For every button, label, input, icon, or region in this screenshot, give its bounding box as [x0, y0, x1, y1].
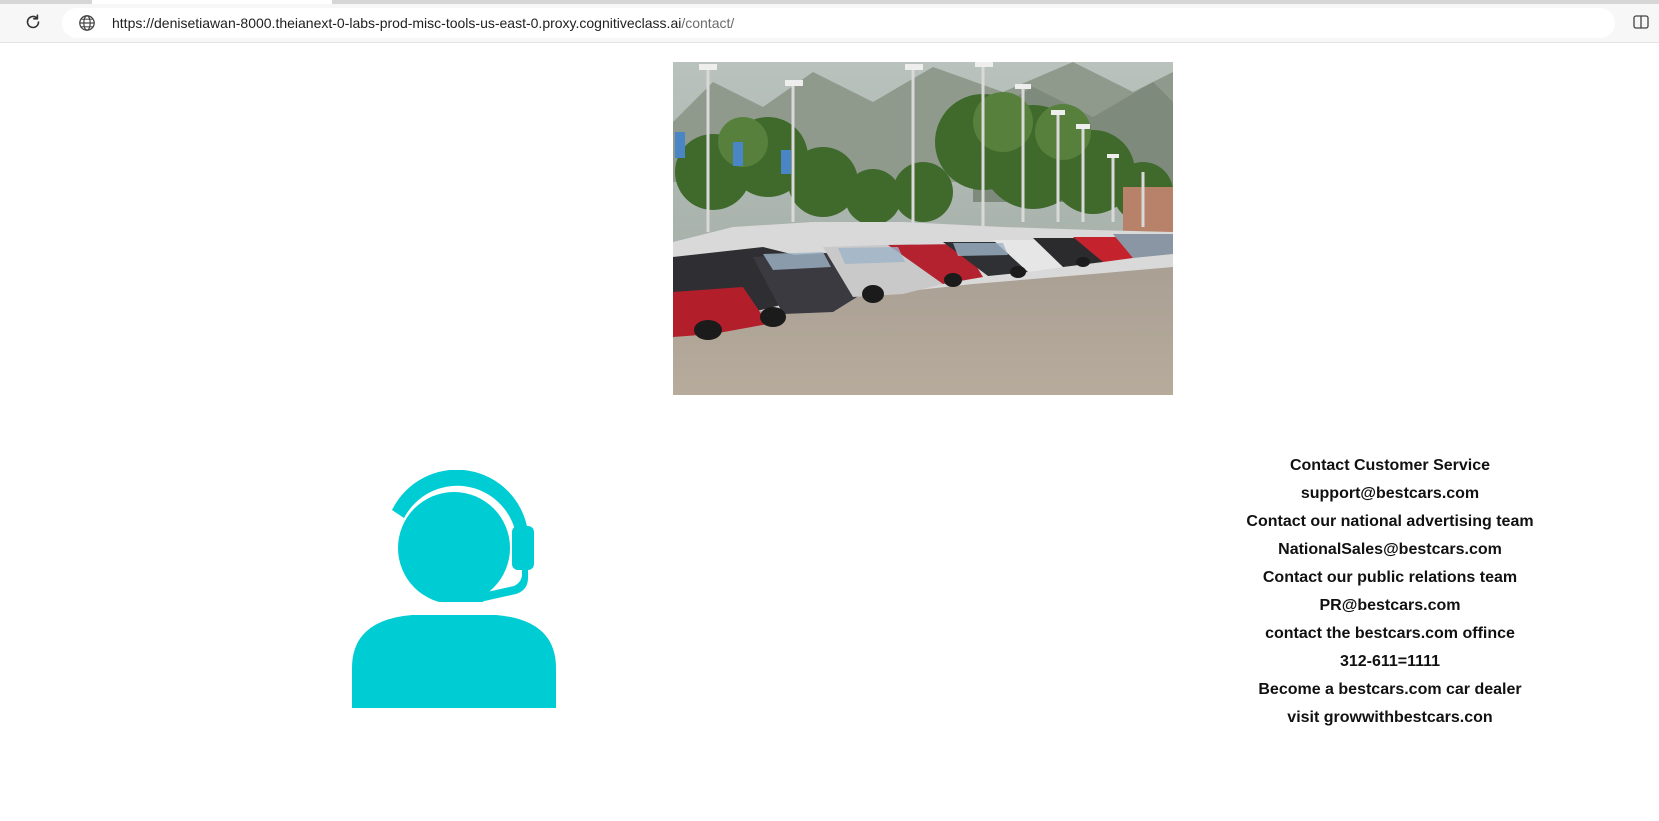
url-host: https://denisetiawan-8000.theianext-0-la… [112, 15, 682, 31]
tab-strip [0, 0, 1659, 4]
contact-info-list: Contact Customer Service support@bestcar… [1210, 452, 1570, 732]
url-path: /contact/ [681, 15, 735, 31]
office-phone: 312-611=1111 [1339, 653, 1441, 670]
dealer-website: visit growwithbestcars.con [1287, 709, 1493, 726]
national-sales-email: NationalSales@bestcars.com [1278, 541, 1502, 558]
contact-customer-service-heading: Contact Customer Service [1289, 457, 1491, 474]
dealer-heading: Become a bestcars.com car dealer [1258, 681, 1522, 698]
office-heading: contact the bestcars.com offince [1265, 625, 1515, 642]
car-lot-image [673, 62, 1173, 395]
split-screen-icon[interactable] [1633, 14, 1649, 30]
pr-email: PR@bestcars.com [1319, 597, 1461, 614]
reload-icon[interactable] [22, 11, 44, 33]
customer-service-agent-icon [352, 470, 556, 708]
url-text[interactable]: https://denisetiawan-8000.theianext-0-la… [112, 15, 734, 31]
address-bar[interactable]: https://denisetiawan-8000.theianext-0-la… [62, 8, 1615, 38]
support-email: support@bestcars.com [1300, 485, 1480, 502]
globe-icon[interactable] [78, 14, 96, 32]
browser-toolbar: https://denisetiawan-8000.theianext-0-la… [0, 0, 1659, 43]
active-tab-indicator [92, 0, 332, 4]
public-relations-heading: Contact our public relations team [1262, 569, 1518, 586]
advertising-team-heading: Contact our national advertising team [1246, 513, 1534, 530]
